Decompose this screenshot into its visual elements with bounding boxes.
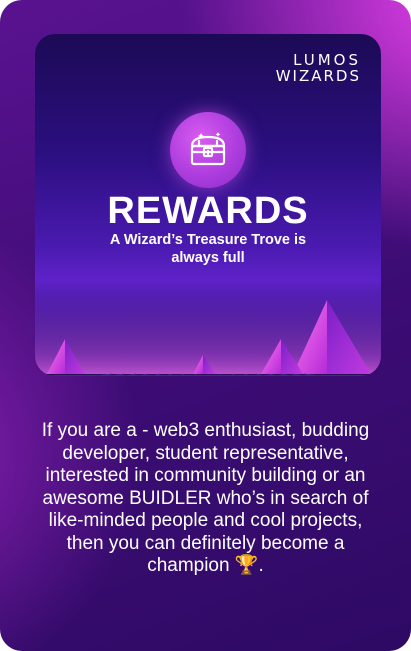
rewards-banner: LUMOS WIZARDS REWARDS A Wizard’s Treasur… bbox=[35, 34, 381, 376]
pyramid-scene bbox=[35, 294, 381, 376]
lumos-wizards-logo: LUMOS WIZARDS bbox=[276, 52, 361, 84]
rewards-card: LUMOS WIZARDS REWARDS A Wizard’s Treasur… bbox=[0, 0, 411, 651]
banner-title: REWARDS bbox=[107, 190, 309, 232]
treasure-chest-icon bbox=[190, 132, 226, 166]
logo-line-2: WIZARDS bbox=[275, 67, 361, 85]
champion-description: If you are a - web3 enthusiast, budding … bbox=[41, 420, 370, 576]
chest-badge bbox=[170, 112, 246, 188]
logo-line-1: LUMOS bbox=[293, 51, 361, 69]
